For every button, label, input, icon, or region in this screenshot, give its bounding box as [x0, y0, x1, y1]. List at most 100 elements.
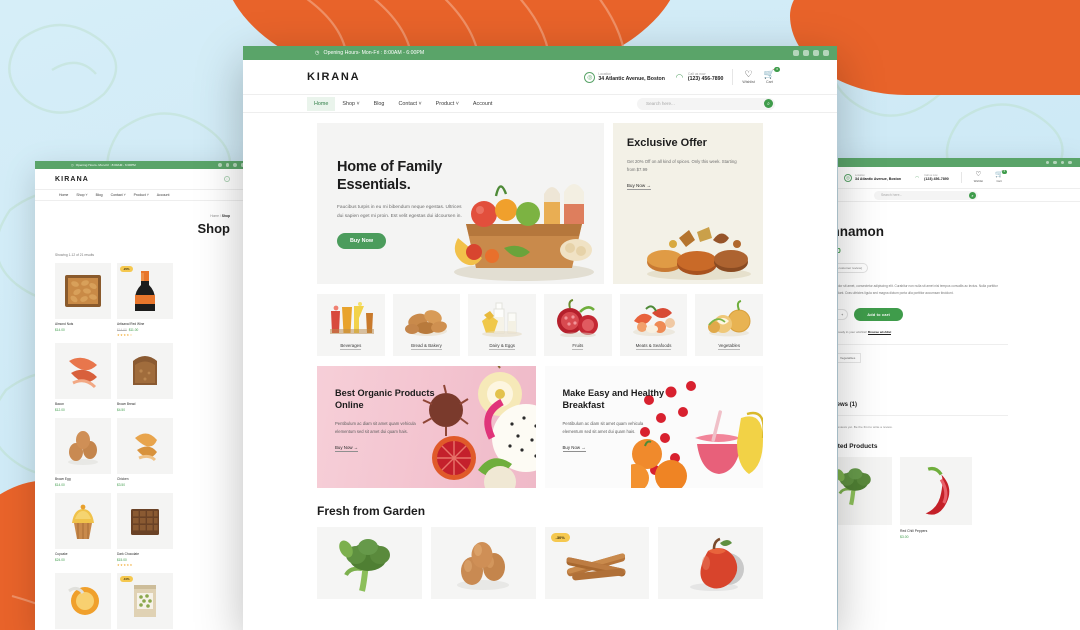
customer-review-badge[interactable]: ( 1 customer review) — [838, 263, 869, 273]
search-input[interactable]: Search here... ⌕ — [637, 97, 775, 110]
cart-button[interactable]: 🛒 Cart 0 — [764, 67, 780, 84]
search-icon[interactable]: ⌕ — [969, 191, 976, 199]
product-thumbnail[interactable] — [900, 457, 972, 526]
product-card[interactable] — [658, 527, 763, 599]
product-thumbnail[interactable]: -20% — [117, 263, 173, 319]
sidebar-item-product[interactable]: Product ˅ — [130, 190, 153, 200]
product-card[interactable]: Cupcake $24.00 — [55, 493, 111, 567]
wishlist-button[interactable]: ♡ Wishlist — [742, 70, 754, 85]
product-card[interactable] — [430, 527, 536, 599]
browse-wishlist-link[interactable]: Browse wishlist — [867, 330, 892, 336]
related-product-card[interactable]: Red Chili Peppers $3.00 — [900, 457, 972, 544]
twitter-icon[interactable] — [1053, 160, 1057, 165]
product-thumbnail[interactable] — [55, 418, 111, 474]
product-card[interactable]: Almond Nuts $14.00 — [55, 263, 111, 337]
cart-button[interactable]: 🛒 Cart 0 — [995, 170, 1008, 183]
nav-item-product[interactable]: Product ˅ — [429, 97, 466, 111]
instagram-icon[interactable] — [1060, 160, 1065, 165]
product-card[interactable]: -10% Pistachio $10.00$9.00 — [117, 573, 173, 630]
product-thumbnail[interactable] — [55, 343, 111, 399]
product-thumbnail[interactable] — [55, 263, 111, 319]
social-links[interactable] — [793, 50, 829, 56]
sidebar-item-home[interactable]: Home — [55, 190, 72, 200]
product-thumbnail[interactable] — [55, 573, 111, 629]
product-name[interactable]: Red Chili Peppers — [900, 529, 972, 533]
facebook-icon[interactable] — [1045, 160, 1050, 165]
brand-logo[interactable]: KIRANA — [307, 71, 360, 83]
qty-increment[interactable]: + — [841, 313, 843, 317]
product-detail-window[interactable]: ◎ Location 34 Atlantic Avenue, Boston ◠ … — [838, 158, 1080, 630]
main-navbar[interactable]: Home Shop ˅ Blog Contact ˅ Product ˅ Acc… — [243, 94, 837, 113]
nav-item-contact[interactable]: Contact ˅ — [391, 97, 428, 111]
left-header-icon[interactable]: ⌕ — [224, 176, 230, 182]
promo-buy-now-link[interactable]: Buy Now → — [335, 445, 359, 452]
product-card[interactable]: -20% Artisanal Red Wine $14.00 $11.00 ★★★… — [117, 263, 173, 337]
add-to-cart-button[interactable]: Add to cart — [854, 308, 903, 322]
product-thumbnail[interactable] — [55, 493, 111, 549]
product-card[interactable]: Chicken $3.50 — [117, 418, 173, 487]
mail-icon[interactable] — [823, 50, 829, 56]
home-page-window[interactable]: ◷ Opening Hours- Mon-Fri : 8:00AM - 6:00… — [243, 46, 837, 630]
hero-buy-now-button[interactable]: Buy Now — [337, 233, 387, 250]
category-card[interactable]: Vegetables — [695, 294, 764, 356]
product-name[interactable]: Broccoli — [838, 529, 892, 533]
product-name[interactable]: Cupcake — [55, 552, 111, 556]
product-thumbnail[interactable] — [117, 418, 173, 474]
product-card[interactable]: Brown Bread $4.50 — [117, 343, 173, 412]
category-card[interactable]: Beverages — [317, 294, 385, 356]
product-name[interactable]: Artisanal Red Wine — [117, 322, 173, 326]
promo-card-breakfast[interactable]: Make Easy and Healthy Breakfast Pentibul… — [544, 366, 763, 488]
product-name[interactable]: Dark Chocolate — [117, 552, 173, 556]
product-thumbnail[interactable]: -10% — [117, 573, 173, 629]
product-name[interactable]: Almond Nuts — [55, 322, 111, 326]
promo-buy-now-link[interactable]: Buy Now → — [562, 445, 586, 452]
wishlist-button[interactable]: ♡ Wishlist — [974, 172, 983, 183]
promo-card-organic[interactable]: Best Organic Products Online Pentibulum … — [317, 366, 536, 488]
nav-item-account[interactable]: Account — [466, 97, 499, 111]
offer-buy-now-link[interactable]: Buy Now → — [626, 183, 652, 190]
facebook-icon[interactable] — [218, 163, 222, 167]
nav-links[interactable]: Home Shop ˅ Blog Contact ˅ Product ˅ Acc… — [307, 96, 499, 111]
product-name[interactable]: Brown Bread — [117, 402, 173, 406]
product-card[interactable]: Brown Egg $14.00 — [55, 418, 111, 487]
left-social-links[interactable] — [218, 163, 244, 167]
product-card[interactable]: Bacon $12.00 — [55, 343, 111, 412]
product-name[interactable]: Chicken — [117, 477, 173, 481]
twitter-icon[interactable] — [225, 163, 230, 167]
twitter-icon[interactable] — [803, 50, 809, 56]
product-thumbnail[interactable] — [117, 493, 173, 549]
product-card[interactable] — [317, 527, 422, 599]
product-name[interactable]: Bacon — [55, 402, 111, 406]
sidebar-item-account[interactable]: Account — [153, 190, 174, 200]
search-input[interactable]: Search here... ⌕ — [874, 190, 978, 200]
nav-item-home[interactable]: Home — [307, 96, 336, 111]
left-navbar[interactable]: Home Shop ˅ Blog Contact ˅ Product ˅ Acc… — [35, 189, 250, 201]
right-social-links[interactable] — [1045, 160, 1072, 165]
product-card[interactable]: Mustang $7.00 — [55, 573, 111, 630]
category-card[interactable]: Bread & Bakery — [392, 294, 461, 356]
sidebar-item-shop[interactable]: Shop ˅ — [72, 190, 91, 200]
shop-listing-window[interactable]: ◷ Opening Hours- Mon-Fri : 8:00AM - 6:00… — [35, 161, 250, 630]
facebook-icon[interactable] — [793, 50, 799, 56]
product-card[interactable]: -30% — [544, 527, 650, 599]
product-card[interactable]: Dark Chocolate $15.00 ★★★★★ — [117, 493, 173, 567]
mail-icon[interactable] — [1068, 160, 1072, 165]
product-thumbnail[interactable] — [838, 457, 892, 526]
sidebar-item-blog[interactable]: Blog — [92, 190, 107, 200]
category-card[interactable]: Fruits — [544, 294, 612, 356]
left-nav-links[interactable]: Home Shop ˅ Blog Contact ˅ Product ˅ Acc… — [55, 190, 173, 200]
search-icon[interactable]: ⌕ — [764, 99, 773, 108]
quantity-stepper[interactable]: − 1 + — [838, 309, 849, 321]
instagram-icon[interactable] — [813, 50, 819, 56]
category-card[interactable]: Meats & Seafoods — [619, 294, 688, 356]
brand-logo[interactable]: KIRANA — [55, 176, 89, 183]
related-product-card[interactable]: Broccoli $5.00 ★ — [838, 457, 892, 544]
category-card[interactable]: Dairy & Eggs — [468, 294, 537, 356]
right-navbar[interactable]: Search here... ⌕ — [838, 188, 1080, 202]
nav-item-blog[interactable]: Blog — [367, 97, 392, 111]
instagram-icon[interactable] — [233, 163, 237, 167]
nav-item-shop[interactable]: Shop ˅ — [335, 97, 366, 111]
product-name[interactable]: Brown Egg — [55, 477, 111, 481]
product-tag[interactable]: Vegetables — [838, 353, 862, 364]
product-thumbnail[interactable] — [117, 343, 173, 399]
